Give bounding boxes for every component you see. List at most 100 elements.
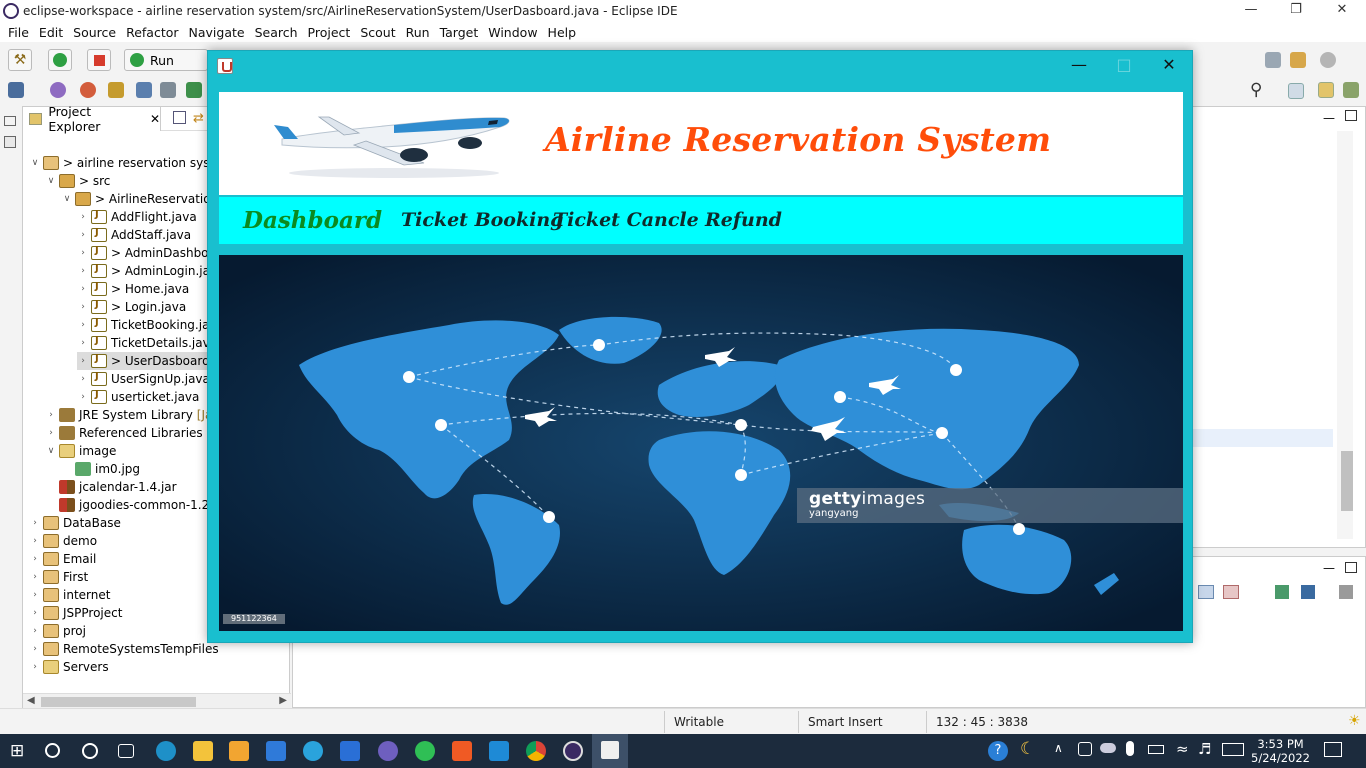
tree-item[interactable]: ›JRE System Library[Java (45, 406, 227, 424)
open-task-icon[interactable] (160, 82, 176, 98)
sync-icon[interactable] (1320, 52, 1336, 68)
chevron-right-icon[interactable]: › (77, 356, 89, 366)
tool-icon[interactable] (108, 82, 124, 98)
menu-navigate[interactable]: Navigate (184, 25, 250, 40)
chevron-down-icon[interactable]: ∨ (45, 446, 57, 456)
menu-run[interactable]: Run (401, 25, 435, 40)
chevron-right-icon[interactable]: › (29, 536, 41, 546)
menu-refactor[interactable]: Refactor (121, 25, 183, 40)
new-console-icon[interactable] (1301, 585, 1315, 599)
scroll-left-icon[interactable]: ◀ (27, 695, 35, 706)
chevron-right-icon[interactable]: › (45, 410, 57, 420)
search-icon[interactable]: ⚲ (1250, 80, 1262, 100)
chevron-right-icon[interactable]: › (77, 284, 89, 294)
file-explorer-icon[interactable] (193, 741, 213, 761)
chevron-right-icon[interactable]: › (77, 338, 89, 348)
tree-item[interactable]: jgoodies-common-1.2.0 (45, 496, 221, 514)
nav-dashboard[interactable]: Dashboard (243, 207, 382, 234)
cortana-icon[interactable] (82, 743, 98, 759)
chevron-right-icon[interactable]: › (77, 248, 89, 258)
nav-ticket-booking[interactable]: Ticket Booking (401, 209, 563, 231)
debug-run-button[interactable] (48, 49, 72, 71)
chevron-right-icon[interactable]: › (29, 662, 41, 672)
tree-item[interactable]: ∨ > src (45, 172, 110, 190)
scroll-right-icon[interactable]: ▶ (279, 695, 287, 706)
chrome-icon[interactable] (526, 741, 546, 761)
debug-icon[interactable] (80, 82, 96, 98)
tree-item[interactable]: › RemoteSystemsTempFiles (29, 640, 219, 658)
close-icon[interactable]: ✕ (150, 112, 160, 126)
keyboard-icon[interactable] (1222, 743, 1244, 756)
debug-perspective-icon[interactable] (1343, 82, 1359, 98)
open-type-icon[interactable] (136, 82, 152, 98)
console-pin-icon[interactable] (1223, 585, 1239, 599)
java-app-taskbar-button[interactable] (592, 734, 628, 768)
chevron-right-icon[interactable]: › (29, 626, 41, 636)
battery-icon[interactable] (1148, 745, 1164, 754)
task-view-icon[interactable] (118, 744, 134, 758)
explorer-horizontal-scrollbar[interactable]: ◀ ▶ (23, 693, 291, 709)
open-console-icon[interactable] (1275, 585, 1289, 599)
menu-target[interactable]: Target (435, 25, 484, 40)
tree-item[interactable]: › TicketDetails.java (77, 334, 217, 352)
console-display-icon[interactable] (1198, 585, 1214, 599)
view-menu-icon[interactable] (1339, 585, 1353, 599)
eclipse-restore-button[interactable]: ❐ (1273, 0, 1319, 22)
telegram-icon[interactable] (303, 741, 323, 761)
menu-help[interactable]: Help (543, 25, 582, 40)
tree-item[interactable]: › > Login.java (77, 298, 186, 316)
annotation-icon[interactable] (1290, 52, 1306, 68)
clock[interactable]: 3:53 PM 5/24/2022 (1251, 737, 1310, 765)
chevron-right-icon[interactable]: › (77, 212, 89, 222)
tree-item[interactable]: › Servers (29, 658, 109, 676)
tree-item[interactable]: › JSPProject (29, 604, 122, 622)
app-minimize-button[interactable]: — (1056, 51, 1102, 81)
tree-item[interactable]: › internet (29, 586, 110, 604)
new-wizard-icon[interactable] (8, 82, 24, 98)
scroll-thumb[interactable] (41, 697, 196, 707)
build-button[interactable]: ⚒ (8, 49, 32, 71)
menu-scout[interactable]: Scout (355, 25, 400, 40)
chevron-right-icon[interactable]: › (29, 644, 41, 654)
eclipse-close-button[interactable]: ✕ (1319, 0, 1365, 22)
wifi-icon[interactable]: ≈ (1176, 740, 1189, 758)
chevron-right-icon[interactable]: › (29, 554, 41, 564)
tree-item[interactable]: › DataBase (29, 514, 121, 532)
maximize-view-icon[interactable] (1345, 110, 1357, 121)
chevron-right-icon[interactable]: › (29, 590, 41, 600)
tree-item[interactable]: › AddStaff.java (77, 226, 191, 244)
tree-item[interactable]: › AddFlight.java (77, 208, 197, 226)
tree-item[interactable]: › > AdminDashboar (77, 244, 221, 262)
chevron-right-icon[interactable]: › (45, 428, 57, 438)
app-close-button[interactable]: ✕ (1146, 51, 1192, 81)
collapse-all-icon[interactable] (173, 111, 186, 124)
chevron-down-icon[interactable]: ∨ (45, 176, 57, 186)
nav-ticket-cancel[interactable]: Ticket Cancle (553, 209, 699, 231)
store-icon[interactable] (229, 741, 249, 761)
help-icon[interactable]: ? (988, 741, 1008, 761)
tree-item[interactable]: ∨ > AirlineReservationS (61, 190, 226, 208)
menu-source[interactable]: Source (68, 25, 121, 40)
chevron-right-icon[interactable]: › (29, 608, 41, 618)
chevron-down-icon[interactable]: ∨ (61, 194, 73, 204)
java-perspective-icon[interactable] (1318, 82, 1334, 98)
chevron-right-icon[interactable]: › (77, 302, 89, 312)
minimize-view-icon[interactable]: — (1323, 111, 1335, 125)
tree-item[interactable]: ›> UserDasboard.ja (77, 352, 225, 370)
tree-item[interactable]: › proj (29, 622, 86, 640)
restore-icon[interactable] (4, 116, 16, 126)
media-icon[interactable] (378, 741, 398, 761)
tree-item[interactable]: › > AdminLogin.jav (77, 262, 217, 280)
chevron-right-icon[interactable]: › (29, 572, 41, 582)
app-maximize-button[interactable]: □ (1101, 51, 1147, 81)
tree-item[interactable]: › userticket.java (77, 388, 199, 406)
tree-item[interactable]: › UserSignUp.java (77, 370, 210, 388)
tree-item[interactable]: › First (29, 568, 88, 586)
chevron-right-icon[interactable]: › (77, 266, 89, 276)
menu-file[interactable]: File (3, 25, 34, 40)
chevron-down-icon[interactable]: ∨ (29, 158, 41, 168)
editor-scroll-thumb[interactable] (1341, 451, 1353, 511)
chevron-right-icon[interactable]: › (77, 230, 89, 240)
edge-icon[interactable] (156, 741, 176, 761)
tree-item[interactable]: ∨ > airline reservation system (29, 154, 233, 172)
